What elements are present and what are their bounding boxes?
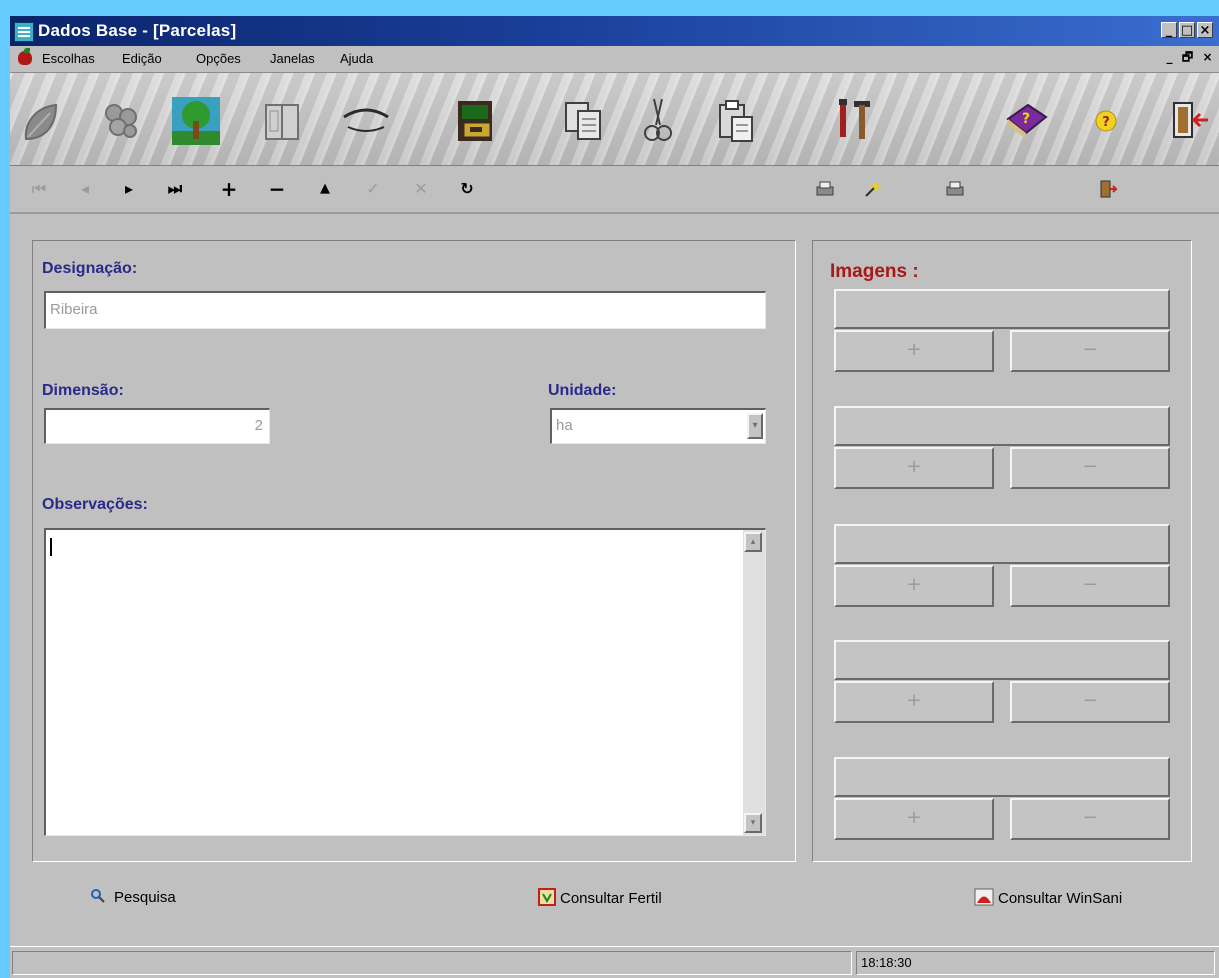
unidade-dropdown-button[interactable]: ▾: [747, 413, 763, 439]
mdi-restore-button[interactable]: 🗗: [1180, 50, 1195, 65]
delete-record-icon[interactable]: −: [266, 178, 288, 200]
scissors-icon[interactable]: [632, 95, 684, 147]
menu-janelas[interactable]: Janelas: [270, 51, 315, 66]
leaf-icon[interactable]: [16, 95, 68, 147]
image-slot-bar[interactable]: [834, 406, 1170, 446]
exit-door-icon[interactable]: [1160, 95, 1212, 147]
fertil-icon: [538, 888, 556, 906]
unidade-label: Unidade:: [548, 382, 617, 399]
status-message-pane: [12, 951, 852, 975]
prev-record-icon[interactable]: ◂: [74, 178, 96, 200]
menu-opcoes[interactable]: Opções: [196, 51, 241, 66]
consultar-fertil-button[interactable]: Consultar Fertil: [538, 888, 662, 907]
dimensao-field[interactable]: 2: [44, 408, 270, 444]
remove-image-button[interactable]: −: [1010, 798, 1170, 840]
consultar-winsani-label: Consultar WinSani: [998, 890, 1123, 907]
image-slot-bar[interactable]: [834, 289, 1170, 329]
imagens-label: Imagens :: [830, 261, 919, 282]
winsani-icon: [974, 888, 994, 906]
scroll-down-button[interactable]: ▾: [744, 813, 762, 833]
status-time: 18:18:30: [856, 951, 1215, 975]
mdi-minimize-button[interactable]: _: [1162, 50, 1177, 65]
search-wand-icon[interactable]: [862, 178, 884, 200]
refresh-icon[interactable]: ↻: [456, 178, 478, 200]
magnifier-icon: [91, 889, 105, 903]
next-record-icon[interactable]: ▸: [118, 178, 140, 200]
cancel-record-icon[interactable]: ✕: [410, 178, 432, 200]
menu-edicao[interactable]: Edição: [122, 51, 162, 66]
pesquisa-label: Pesquisa: [114, 889, 176, 906]
scroll-up-button[interactable]: ▴: [744, 532, 762, 552]
app-window: Dados Base - [Parcelas] _ □ × Escolhas E…: [10, 16, 1219, 978]
exit-small-icon[interactable]: [1096, 178, 1118, 200]
tree-icon[interactable]: [170, 95, 222, 147]
first-record-icon[interactable]: ⏮: [28, 178, 50, 200]
add-image-button[interactable]: +: [834, 681, 994, 723]
navigation-toolbar: ⏮ ◂ ▸ ⏭ + − ▲ ✓ ✕ ↻: [10, 166, 1219, 214]
help-book-icon[interactable]: ?: [1000, 95, 1052, 147]
remove-image-button[interactable]: −: [1010, 565, 1170, 607]
maximize-button[interactable]: □: [1179, 22, 1195, 38]
unidade-value: ha: [556, 417, 573, 434]
remove-image-button[interactable]: −: [1010, 330, 1170, 372]
observacoes-label: Observações:: [42, 496, 148, 513]
observacoes-textarea[interactable]: ▴ ▾: [44, 528, 766, 836]
close-button[interactable]: ×: [1197, 22, 1213, 38]
svg-text:?: ?: [1022, 111, 1030, 127]
pesquisa-button[interactable]: Pesquisa: [90, 888, 176, 906]
print-preview-icon[interactable]: [944, 178, 966, 200]
dimensao-label: Dimensão:: [42, 382, 124, 399]
menu-escolhas[interactable]: Escolhas: [42, 51, 95, 66]
file-cabinet-icon[interactable]: [450, 95, 502, 147]
grapes-icon[interactable]: [94, 95, 146, 147]
menu-ajuda[interactable]: Ajuda: [340, 51, 373, 66]
text-cursor: [50, 538, 52, 556]
observacoes-scrollbar[interactable]: ▴ ▾: [743, 530, 765, 835]
image-slot-bar[interactable]: [834, 524, 1170, 564]
designacao-field[interactable]: Ribeira: [44, 291, 766, 329]
remove-image-button[interactable]: −: [1010, 447, 1170, 489]
last-record-icon[interactable]: ⏭: [164, 178, 186, 200]
book-icon[interactable]: [256, 95, 308, 147]
tools-icon[interactable]: [826, 95, 878, 147]
window-title: Dados Base - [Parcelas]: [38, 21, 237, 40]
app-icon: [14, 22, 34, 42]
add-record-icon[interactable]: +: [218, 178, 240, 200]
consultar-fertil-label: Consultar Fertil: [560, 890, 662, 907]
add-image-button[interactable]: +: [834, 447, 994, 489]
add-image-button[interactable]: +: [834, 565, 994, 607]
eye-icon[interactable]: [340, 95, 392, 147]
post-record-icon[interactable]: ✓: [362, 178, 384, 200]
image-slot-bar[interactable]: [834, 640, 1170, 680]
image-slot-bar[interactable]: [834, 757, 1170, 797]
svg-text:?: ?: [1102, 115, 1110, 130]
status-bar: 18:18:30: [10, 946, 1219, 978]
print-icon[interactable]: [814, 178, 836, 200]
question-icon[interactable]: ?: [1080, 95, 1132, 147]
copy-icon[interactable]: [558, 95, 610, 147]
designacao-label: Designação:: [42, 260, 138, 277]
add-image-button[interactable]: +: [834, 330, 994, 372]
minimize-button[interactable]: _: [1161, 22, 1177, 38]
apple-icon[interactable]: [18, 48, 32, 65]
menu-bar: Escolhas Edição Opções Janelas Ajuda _ 🗗…: [10, 46, 1219, 73]
mdi-close-button[interactable]: ×: [1200, 50, 1215, 65]
add-image-button[interactable]: +: [834, 798, 994, 840]
paste-icon[interactable]: [710, 95, 762, 147]
consultar-winsani-button[interactable]: Consultar WinSani: [974, 888, 1122, 907]
main-toolbar: ? ?: [10, 73, 1219, 167]
remove-image-button[interactable]: −: [1010, 681, 1170, 723]
unidade-select[interactable]: ha ▾: [550, 408, 766, 444]
title-bar: Dados Base - [Parcelas] _ □ ×: [10, 16, 1219, 46]
edit-record-icon[interactable]: ▲: [314, 178, 336, 200]
